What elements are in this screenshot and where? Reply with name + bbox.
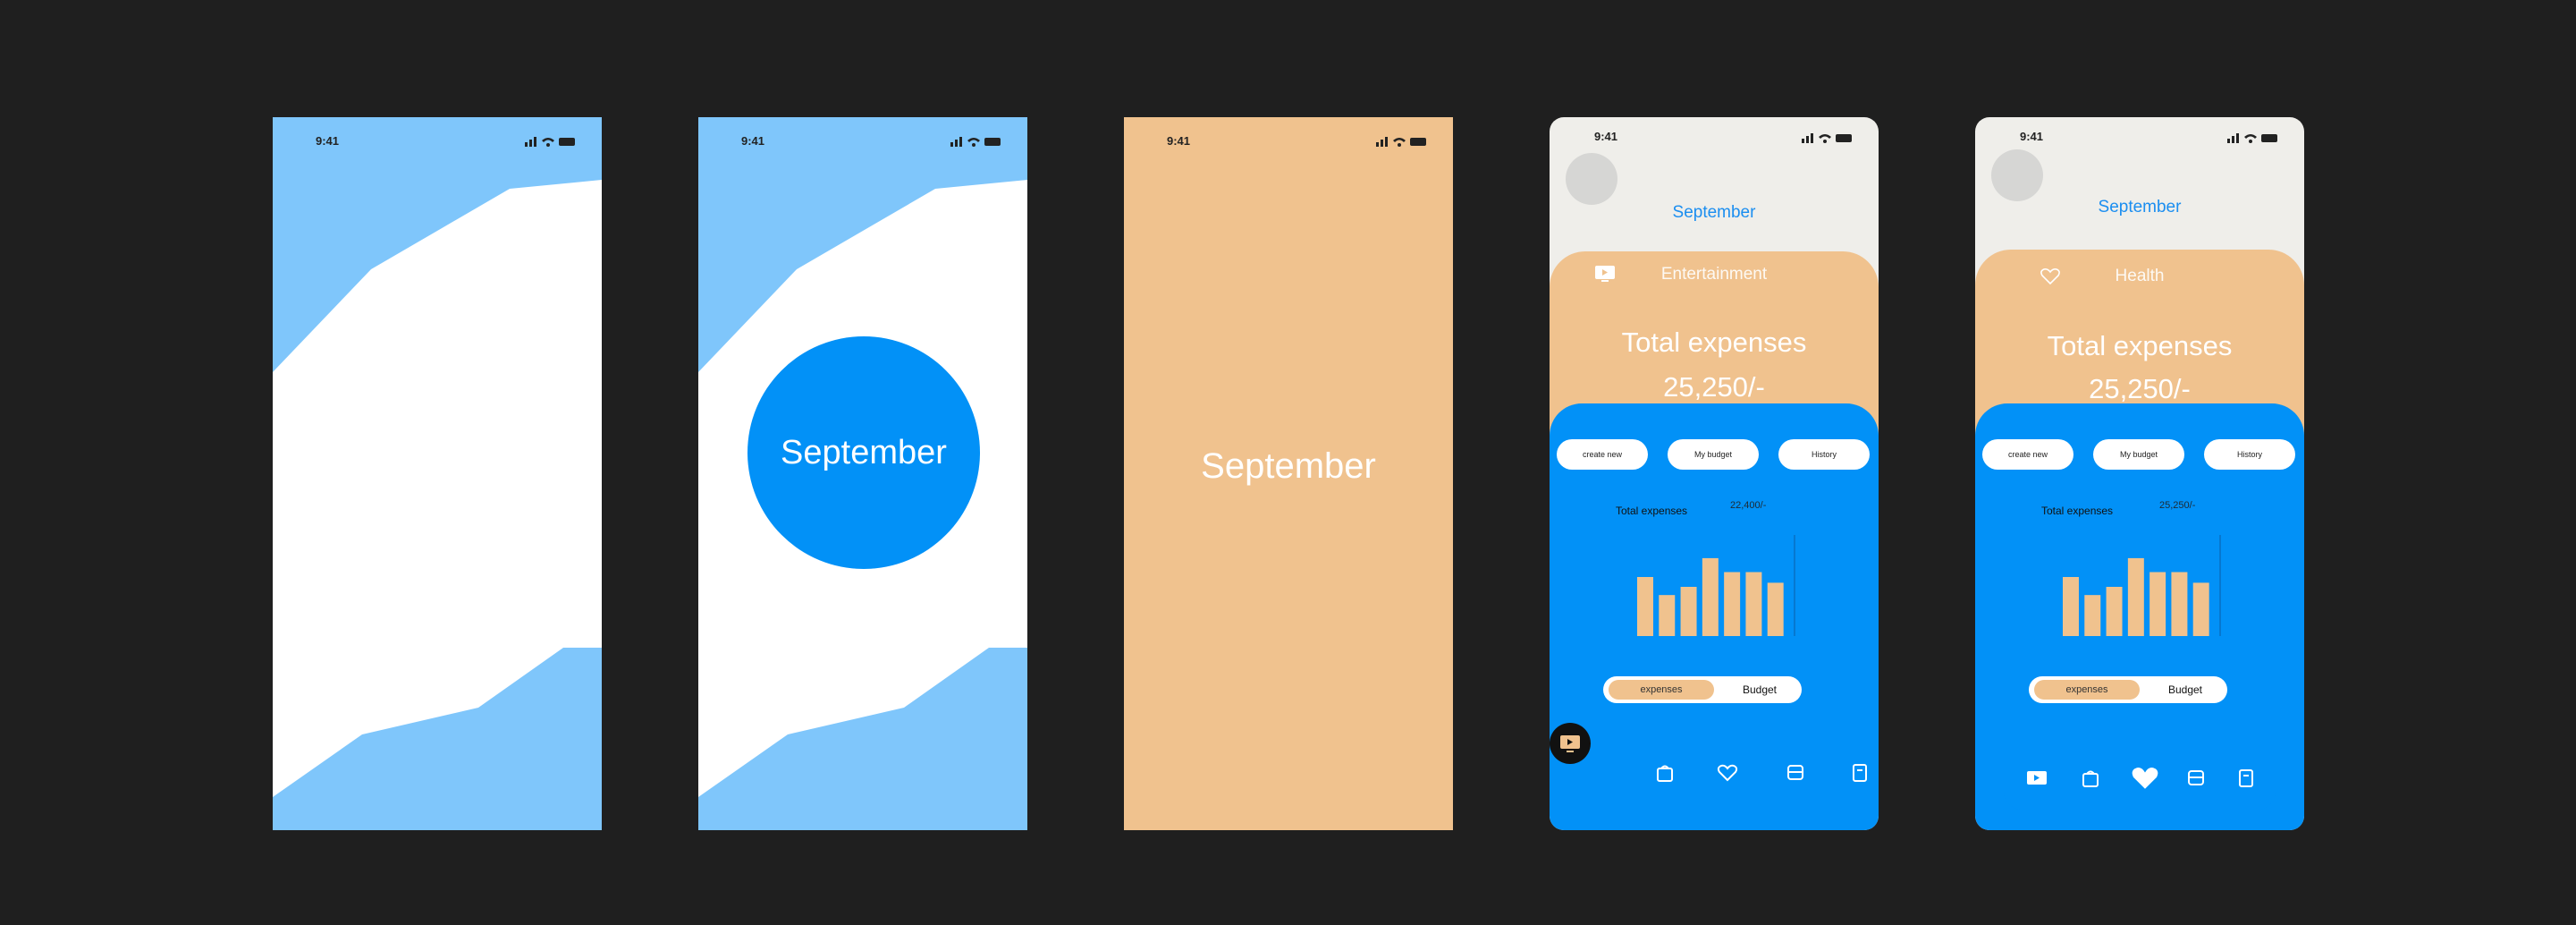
receipt-icon[interactable]	[2234, 767, 2258, 790]
heart-icon[interactable]	[1716, 761, 1739, 785]
month-label: September	[1672, 203, 1756, 222]
tv-icon[interactable]	[2025, 767, 2048, 790]
chart-bar	[1767, 582, 1784, 636]
category-label: Entertainment	[1660, 265, 1768, 284]
view-toggle[interactable]: expenses Budget	[2029, 676, 2227, 703]
heart-icon[interactable]	[2129, 763, 2161, 793]
chart-bar	[1702, 557, 1719, 636]
chart-bar	[2192, 582, 2209, 636]
my-budget-button[interactable]: My budget	[2093, 439, 2184, 470]
expenses-bar-chart	[2063, 535, 2221, 636]
status-bar: 9:41	[1975, 117, 2304, 153]
category-label: Health	[2115, 267, 2165, 285]
receipt-icon[interactable]	[1848, 761, 1871, 785]
screen-splash-3: 9:41 September	[1124, 117, 1453, 830]
budget-tab[interactable]: Budget	[1728, 680, 1791, 700]
summary-panel: create new My budget History Total expen…	[1550, 403, 1879, 830]
history-button[interactable]: History	[2204, 439, 2295, 470]
screen-splash-2: 9:41 September	[698, 117, 1027, 830]
avatar[interactable]	[1991, 149, 2043, 201]
status-bar: 9:41	[1124, 117, 1453, 153]
chart-bar	[1680, 587, 1697, 636]
chart-bar	[1724, 572, 1741, 636]
signal-wifi-battery-icon	[525, 137, 575, 147]
signal-wifi-battery-icon	[950, 137, 1001, 147]
history-button[interactable]: History	[1778, 439, 1870, 470]
screen-dashboard-health: 9:41 September Health Total expenses 25,…	[1975, 117, 2304, 830]
summary-value: 22,400/-	[1730, 500, 1767, 511]
bus-icon[interactable]	[2184, 767, 2208, 790]
status-time: 9:41	[316, 134, 340, 148]
summary-label: Total expenses	[2041, 505, 2114, 517]
chart-bar	[1637, 577, 1653, 636]
signal-wifi-battery-icon	[2227, 133, 2277, 143]
view-toggle[interactable]: expenses Budget	[1603, 676, 1802, 703]
chart-bar	[1745, 572, 1762, 636]
chart-bar	[2149, 572, 2166, 636]
total-expenses-label: Total expenses	[2047, 330, 2233, 361]
status-bar: 9:41	[698, 117, 1027, 153]
chart-bar	[1659, 595, 1676, 636]
expenses-tab[interactable]: expenses	[2034, 680, 2140, 700]
total-expenses-label: Total expenses	[1621, 327, 1807, 358]
chart-bar	[2171, 572, 2188, 636]
summary-value: 25,250/-	[2159, 500, 2196, 511]
status-time: 9:41	[1167, 134, 1191, 148]
create-new-button[interactable]: create new	[1982, 439, 2073, 470]
signal-wifi-battery-icon	[1802, 133, 1852, 143]
summary-label: Total expenses	[1616, 505, 1688, 517]
budget-tab[interactable]: Budget	[2154, 680, 2217, 700]
month-label: September	[2098, 198, 2182, 216]
status-time: 9:41	[741, 134, 765, 148]
wave-background	[273, 180, 602, 797]
chart-bar	[2084, 595, 2101, 636]
total-expenses-value: 25,250/-	[1663, 371, 1765, 403]
status-time: 9:41	[1594, 130, 1618, 143]
expenses-tab[interactable]: expenses	[1609, 680, 1714, 700]
total-expenses-value: 25,250/-	[2089, 373, 2191, 404]
my-budget-button[interactable]: My budget	[1668, 439, 1759, 470]
chart-bar	[2127, 557, 2144, 636]
status-bar: 9:41	[1550, 117, 1879, 153]
tv-icon	[1560, 735, 1580, 752]
bottom-nav	[2004, 749, 2276, 810]
month-circle: September	[747, 336, 980, 569]
chart-bar	[2106, 587, 2123, 636]
signal-wifi-battery-icon	[1376, 137, 1426, 147]
shopping-bag-icon[interactable]	[2079, 767, 2102, 790]
status-time: 9:41	[2020, 130, 2044, 143]
expenses-bar-chart	[1637, 535, 1795, 636]
month-title: September	[1201, 446, 1376, 486]
bus-icon[interactable]	[1784, 761, 1807, 785]
shopping-bag-icon[interactable]	[1653, 761, 1677, 785]
screen-dashboard-entertainment: 9:41 September Entertainment Total expen…	[1550, 117, 1879, 830]
create-new-button[interactable]: create new	[1557, 439, 1648, 470]
chart-bar	[2063, 577, 2079, 636]
tv-tab-button[interactable]	[1550, 723, 1591, 764]
status-bar: 9:41	[273, 117, 602, 153]
screen-splash-1: 9:41	[273, 117, 602, 830]
avatar[interactable]	[1566, 153, 1617, 205]
